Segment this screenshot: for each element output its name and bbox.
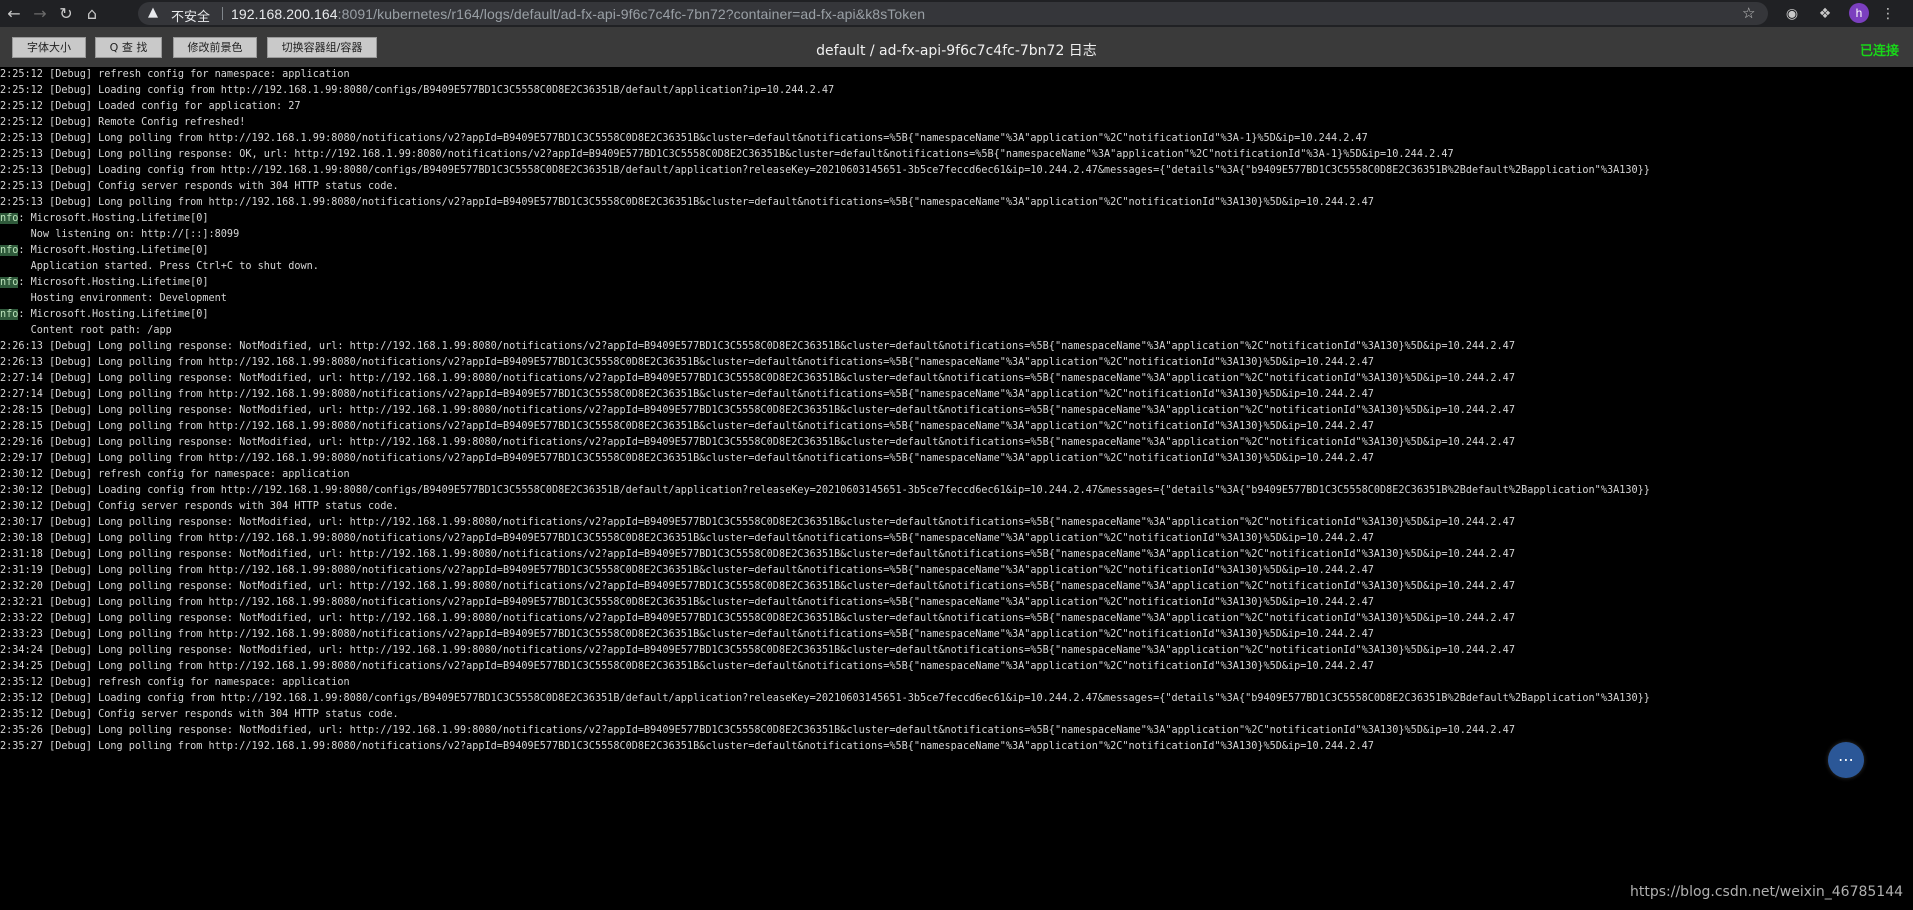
page-title: default / ad-fx-api-9f6c7c4fc-7bn72 日志 [816,43,1097,59]
warning-icon[interactable]: ▲ [148,5,158,20]
log-line: 2:28:15 [Debug] Long polling from http:/… [0,421,1374,432]
bookmark-star-icon[interactable]: ☆ [1742,4,1755,22]
log-line: 2:25:13 [Debug] Long polling from http:/… [0,197,1374,208]
log-line: 2:32:21 [Debug] Long polling from http:/… [0,597,1374,608]
chat-bubble-icon[interactable]: ⋯ [1828,742,1864,778]
log-line: Now listening on: http://[::]:8099 [0,229,240,240]
log-line: 2:25:12 [Debug] refresh config for names… [0,69,350,80]
log-line: Hosting environment: Development [0,293,227,304]
divider [222,7,223,20]
log-line: 2:28:15 [Debug] Long polling response: N… [0,405,1515,416]
url-path: :8091/kubernetes/r164/logs/default/ad-fx… [337,6,926,22]
log-line: 2:30:12 [Debug] Config server responds w… [0,501,399,512]
log-line: nfo: Microsoft.Hosting.Lifetime[0] [0,213,209,224]
log-line: 2:26:13 [Debug] Long polling response: N… [0,341,1515,352]
log-line: 2:30:17 [Debug] Long polling response: N… [0,517,1515,528]
log-line: 2:34:24 [Debug] Long polling response: N… [0,645,1515,656]
security-label[interactable]: 不安全 [171,6,210,25]
log-line: 2:27:14 [Debug] Long polling from http:/… [0,389,1374,400]
log-line: Application started. Press Ctrl+C to shu… [0,261,319,272]
log-line: 2:35:12 [Debug] Config server responds w… [0,709,399,720]
watermark: https://blog.csdn.net/weixin_46785144 [1630,884,1904,900]
log-line: 2:25:13 [Debug] Loading config from http… [0,165,1650,176]
url-host: 192.168.200.164 [231,6,338,22]
log-toolbar: 字体大小 Q 查 找 修改前景色 切换容器组/容器 default / ad-f… [0,27,1913,67]
log-line: 2:35:12 [Debug] Loading config from http… [0,693,1650,704]
log-line: 2:27:14 [Debug] Long polling response: N… [0,373,1515,384]
log-line: 2:33:23 [Debug] Long polling from http:/… [0,629,1374,640]
log-line: 2:30:12 [Debug] Loading config from http… [0,485,1650,496]
log-line: 2:34:25 [Debug] Long polling from http:/… [0,661,1374,672]
log-line: 2:25:13 [Debug] Long polling response: O… [0,149,1454,160]
forward-icon[interactable]: → [30,4,50,24]
log-line: 2:35:27 [Debug] Long polling from http:/… [0,741,1374,752]
log-line: 2:29:16 [Debug] Long polling response: N… [0,437,1515,448]
browser-toolbar: ← → ↻ ⌂ ▲ 不安全 192.168.200.164:8091/kuber… [0,0,1913,27]
log-output[interactable]: 2:25:12 [Debug] refresh config for names… [0,67,1900,910]
reload-icon[interactable]: ↻ [56,4,76,24]
puzzle-extensions-icon[interactable]: ❖ [1815,4,1835,24]
log-line: 2:33:22 [Debug] Long polling response: N… [0,613,1515,624]
log-line: 2:25:13 [Debug] Config server responds w… [0,181,399,192]
log-line: 2:30:12 [Debug] refresh config for names… [0,469,350,480]
log-line: 2:25:12 [Debug] Loading config from http… [0,85,835,96]
log-line: 2:25:12 [Debug] Loaded config for applic… [0,101,301,112]
log-line: 2:25:12 [Debug] Remote Config refreshed! [0,117,246,128]
log-line: 2:31:18 [Debug] Long polling response: N… [0,549,1515,560]
log-line: 2:31:19 [Debug] Long polling from http:/… [0,565,1374,576]
profile-avatar[interactable]: h [1849,3,1869,23]
connection-status: 已连接 [1860,44,1900,59]
more-menu-icon[interactable]: ⋮ [1878,4,1898,24]
log-line: 2:26:13 [Debug] Long polling from http:/… [0,357,1374,368]
log-line: Content root path: /app [0,325,172,336]
log-line: 2:35:12 [Debug] refresh config for names… [0,677,350,688]
scrollbar[interactable] [1901,67,1913,910]
back-icon[interactable]: ← [4,4,24,24]
log-line: 2:29:17 [Debug] Long polling from http:/… [0,453,1374,464]
log-line: nfo: Microsoft.Hosting.Lifetime[0] [0,309,209,320]
url-text[interactable]: 192.168.200.164:8091/kubernetes/r164/log… [231,6,925,22]
home-icon[interactable]: ⌂ [82,4,102,24]
log-line: 2:32:20 [Debug] Long polling response: N… [0,581,1515,592]
log-line: 2:25:13 [Debug] Long polling from http:/… [0,133,1368,144]
log-line: 2:35:26 [Debug] Long polling response: N… [0,725,1515,736]
extension-circle-icon[interactable]: ◉ [1782,4,1802,24]
log-line: 2:30:18 [Debug] Long polling from http:/… [0,533,1374,544]
log-line: nfo: Microsoft.Hosting.Lifetime[0] [0,245,209,256]
address-bar[interactable]: ▲ 不安全 192.168.200.164:8091/kubernetes/r1… [138,2,1768,25]
log-line: nfo: Microsoft.Hosting.Lifetime[0] [0,277,209,288]
